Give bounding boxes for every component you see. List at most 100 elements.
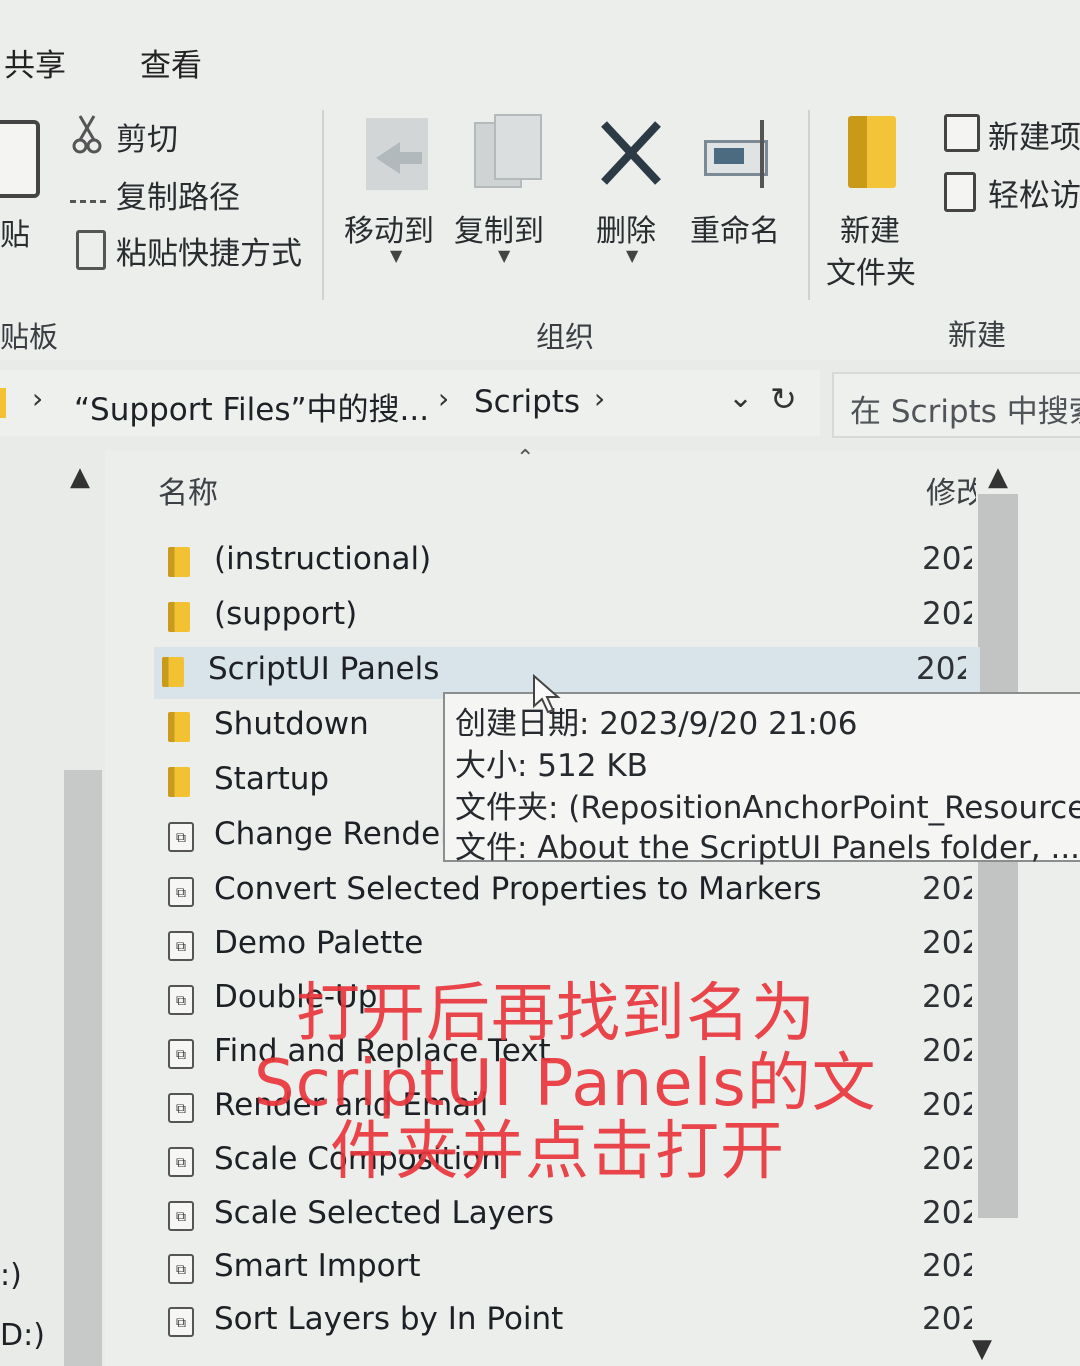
- tooltip-folders: 文件夹: (RepositionAnchorPoint_Resources: [455, 790, 1080, 826]
- ribbon: 共享 查看 贴 剪切 复制路径 粘贴快捷方式 贴板 移动到 ▼ 复制到 ▼ 删除…: [0, 0, 1080, 360]
- ribbon-separator: [808, 110, 810, 300]
- annotation-line-3: 件夹并点击打开: [330, 1115, 785, 1189]
- chevron-right-icon: ›: [32, 382, 44, 415]
- new-item-icon: [944, 114, 980, 152]
- mouse-cursor-icon: [532, 673, 562, 718]
- file-date: 202: [922, 1033, 972, 1069]
- column-header-modified[interactable]: 修改: [926, 468, 976, 512]
- file-row[interactable]: (support) 202: [160, 592, 980, 644]
- file-date: 202: [922, 871, 972, 907]
- file-name: Smart Import: [214, 1248, 421, 1284]
- file-name: (support): [214, 596, 358, 632]
- file-date: 202: [922, 1195, 972, 1231]
- easy-access-button[interactable]: 轻松访: [988, 170, 1080, 215]
- ribbon-separator: [322, 110, 324, 300]
- chevron-right-icon: ›: [594, 382, 606, 415]
- folder-icon: [162, 657, 184, 687]
- file-row[interactable]: ⧉ Sort Layers by In Point 202: [160, 1297, 980, 1349]
- file-date: 202: [922, 1141, 972, 1177]
- chevron-down-icon: ▼: [498, 246, 511, 265]
- file-date: 202: [922, 596, 972, 632]
- rename-icon[interactable]: [704, 120, 778, 188]
- folder-icon: [168, 547, 190, 577]
- file-date: 202: [922, 925, 972, 961]
- easy-access-icon: [944, 172, 976, 212]
- scroll-up-icon[interactable]: ▲: [988, 462, 1008, 492]
- new-folder-icon[interactable]: [848, 116, 896, 188]
- script-file-icon: ⧉: [168, 1147, 194, 1177]
- script-file-icon: ⧉: [168, 931, 194, 961]
- file-name: Demo Palette: [214, 925, 424, 961]
- new-group-label: 新建: [948, 318, 1007, 352]
- copy-path-icon: [70, 180, 106, 203]
- delete-button[interactable]: 删除: [596, 206, 656, 250]
- file-date: 202: [916, 651, 966, 687]
- refresh-icon[interactable]: ↻: [770, 380, 797, 418]
- script-file-icon: ⧉: [168, 985, 194, 1015]
- delete-icon[interactable]: [598, 118, 664, 188]
- search-input[interactable]: 在 Scripts 中搜索: [832, 372, 1080, 438]
- file-date: 202: [922, 1087, 972, 1123]
- move-to-icon[interactable]: [366, 118, 428, 190]
- folder-icon: [168, 767, 190, 797]
- column-header-name[interactable]: 名称: [158, 468, 218, 512]
- new-folder-label-2[interactable]: 文件夹: [826, 248, 916, 292]
- chevron-down-icon: ▼: [626, 246, 639, 265]
- file-date: 202: [922, 979, 972, 1015]
- file-row[interactable]: ⧉ Smart Import 202: [160, 1244, 980, 1296]
- file-name: Scale Selected Layers: [214, 1195, 555, 1231]
- address-bar[interactable]: › “Support Files”中的搜... › Scripts › ⌄ ↻: [0, 370, 820, 436]
- file-name: Convert Selected Properties to Markers: [214, 871, 822, 907]
- cut-button[interactable]: 剪切: [116, 114, 178, 159]
- script-file-icon: ⧉: [168, 1201, 194, 1231]
- tooltip-created: 创建日期: 2023/9/20 21:06: [455, 706, 858, 742]
- script-file-icon: ⧉: [168, 1254, 194, 1284]
- tab-share[interactable]: 共享: [4, 40, 66, 85]
- script-file-icon: ⧉: [168, 1093, 194, 1123]
- tab-view[interactable]: 查看: [140, 40, 202, 85]
- script-file-icon: ⧉: [168, 877, 194, 907]
- chevron-down-icon[interactable]: ⌄: [728, 380, 753, 415]
- script-file-icon: ⧉: [168, 1307, 194, 1337]
- search-placeholder: 在 Scripts 中搜索: [850, 394, 1080, 430]
- script-file-icon: ⧉: [168, 1039, 194, 1069]
- nav-drive-d[interactable]: D:): [0, 1318, 45, 1353]
- folder-icon: [0, 388, 6, 418]
- file-date: 202: [922, 1301, 972, 1337]
- copy-to-icon[interactable]: [474, 114, 542, 190]
- breadcrumb-support-files[interactable]: “Support Files”中的搜...: [74, 384, 429, 429]
- file-row[interactable]: ⧉ Scale Selected Layers 202: [160, 1191, 980, 1243]
- tooltip-size: 大小: 512 KB: [455, 748, 648, 784]
- folder-icon: [168, 712, 190, 742]
- move-to-button[interactable]: 移动到: [344, 206, 434, 250]
- rename-button[interactable]: 重命名: [690, 206, 780, 250]
- folder-icon: [168, 602, 190, 632]
- new-item-button[interactable]: 新建项: [988, 112, 1080, 157]
- nav-scrollbar[interactable]: [64, 770, 102, 1366]
- copy-to-button[interactable]: 复制到: [454, 206, 544, 250]
- new-folder-label-1[interactable]: 新建: [840, 206, 900, 250]
- paste-shortcut-icon: [76, 230, 106, 270]
- copy-path-button[interactable]: 复制路径: [116, 172, 240, 217]
- file-name: Shutdown: [214, 706, 369, 742]
- navigation-pane: ▲ :) D:): [0, 450, 105, 1366]
- scissors-icon: [72, 114, 102, 154]
- nav-drive-c[interactable]: :): [0, 1258, 22, 1293]
- chevron-down-icon: ▼: [390, 246, 403, 265]
- file-row[interactable]: (instructional) 202: [160, 537, 980, 589]
- file-name: Change Render: [214, 816, 453, 852]
- paste-shortcut-button[interactable]: 粘贴快捷方式: [116, 228, 302, 273]
- breadcrumb-scripts[interactable]: Scripts: [474, 384, 580, 420]
- file-name: ScriptUI Panels: [208, 651, 440, 687]
- chevron-right-icon: ›: [438, 382, 450, 415]
- file-date: 202: [922, 541, 972, 577]
- scroll-up-icon[interactable]: ▲: [70, 462, 90, 492]
- script-file-icon: ⧉: [168, 822, 194, 852]
- organize-group-label: 组织: [536, 320, 595, 354]
- paste-icon[interactable]: [0, 120, 40, 198]
- file-row[interactable]: ⧉ Convert Selected Properties to Markers 2…: [160, 867, 980, 919]
- clipboard-group-label: 贴板: [0, 320, 59, 354]
- file-name: Sort Layers by In Point: [214, 1301, 564, 1337]
- file-name: (instructional): [214, 541, 432, 577]
- paste-button-label[interactable]: 贴: [0, 210, 30, 254]
